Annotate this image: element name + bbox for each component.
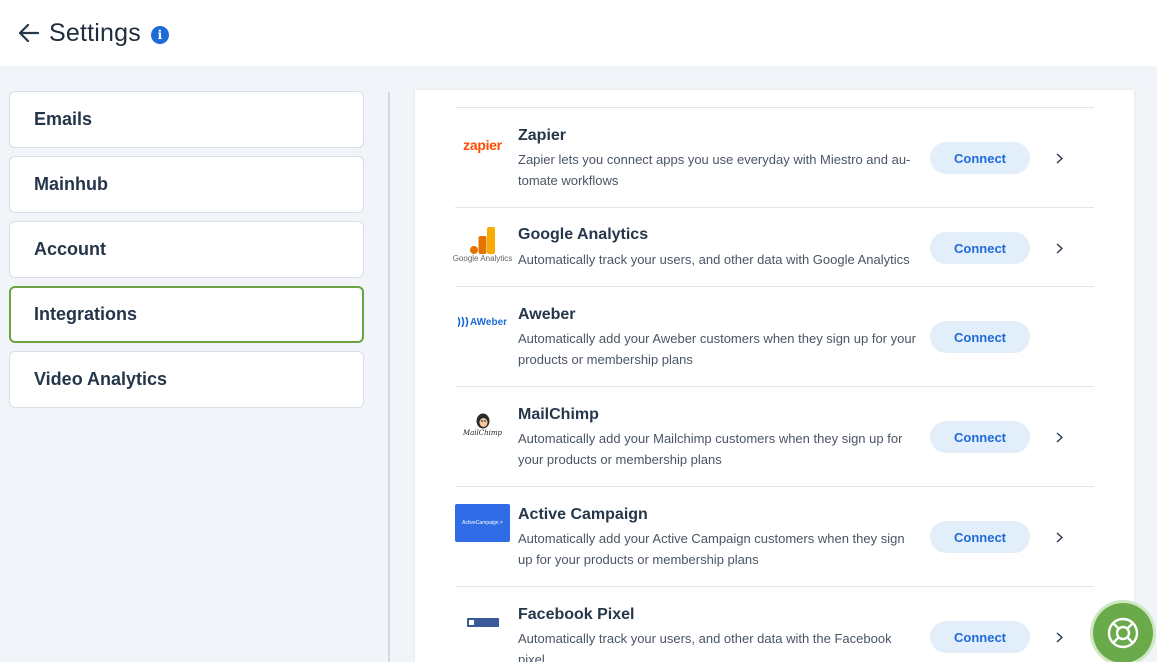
- zapier-logo-text: zapier: [463, 137, 502, 153]
- connect-button-zapier[interactable]: Connect: [930, 142, 1030, 174]
- top-bar: Settings i: [0, 0, 1157, 66]
- mailchimp-logo: MailChimp: [455, 409, 510, 439]
- facebook-icon: [466, 617, 499, 627]
- arrow-left-icon[interactable]: [18, 22, 40, 44]
- chevron-right-icon[interactable]: [1053, 430, 1065, 444]
- connect-button-active-campaign[interactable]: Connect: [930, 521, 1030, 553]
- connect-button-google-analytics[interactable]: Connect: [930, 232, 1030, 264]
- integration-row-facebook-pixel: Facebook Pixel Automatically track your …: [455, 587, 1094, 662]
- active-campaign-logo: ActiveCampaign >: [455, 503, 510, 543]
- google-analytics-logo: Google Analytics: [452, 222, 513, 266]
- integration-name: Zapier: [518, 127, 567, 144]
- zapier-logo: zapier: [455, 135, 510, 155]
- integration-row-google-analytics: Google Analytics Google Analytics Automa…: [452, 208, 1094, 287]
- facebook-pixel-logo: [455, 616, 510, 628]
- aweber-logo: AWeber: [455, 314, 510, 330]
- lifebuoy-icon: [1107, 617, 1139, 649]
- integration-name: Facebook Pixel: [518, 606, 635, 623]
- integration-row-active-campaign: ActiveCampaign > Active Campaign Automat…: [455, 487, 1094, 587]
- mailchimp-icon: [476, 413, 489, 428]
- vertical-divider: [388, 92, 390, 662]
- mailchimp-logo-text: MailChimp: [462, 428, 503, 437]
- integration-description: Automatically add your Mailchimp custome…: [518, 431, 903, 467]
- integration-description: Zapier lets you connect apps you use eve…: [518, 152, 911, 188]
- integration-name: Active Campaign: [518, 506, 648, 523]
- integration-description: Automatically track your users, and othe…: [518, 252, 910, 267]
- connect-button-mailchimp[interactable]: Connect: [930, 421, 1030, 453]
- sidebar-item-label: Mainhub: [34, 174, 108, 194]
- chevron-right-icon[interactable]: [1053, 151, 1065, 165]
- integration-description: Automatically add your Active Campaign c…: [518, 531, 905, 567]
- integrations-list: zapier Zapier Zapier lets you connect ap…: [452, 107, 1094, 662]
- integration-row-mailchimp: MailChimp MailChimp Automatically add yo…: [455, 387, 1094, 487]
- sidebar-item-label: Integrations: [34, 304, 138, 324]
- info-icon[interactable]: i: [150, 25, 169, 44]
- page-title: Settings: [49, 18, 141, 47]
- chevron-right-icon[interactable]: [1053, 241, 1065, 255]
- active-campaign-logo-text: ActiveCampaign >: [455, 504, 510, 542]
- google-analytics-icon: [469, 226, 495, 254]
- sidebar-item-mainhub[interactable]: Mainhub: [9, 156, 364, 213]
- connect-button-aweber[interactable]: Connect: [930, 321, 1030, 353]
- sidebar-item-video-analytics[interactable]: Video Analytics: [9, 351, 364, 408]
- aweber-wave-icon: [457, 317, 469, 327]
- sidebar-item-label: Video Analytics: [34, 369, 168, 389]
- chevron-right-icon[interactable]: [1053, 630, 1065, 644]
- sidebar-item-account[interactable]: Account: [9, 221, 364, 278]
- sidebar-item-label: Emails: [34, 109, 93, 129]
- integrations-panel: zapier Zapier Zapier lets you connect ap…: [415, 90, 1134, 662]
- google-analytics-logo-text: Google Analytics: [452, 253, 513, 263]
- integration-row-zapier: zapier Zapier Zapier lets you connect ap…: [455, 108, 1094, 208]
- sidebar-item-label: Account: [34, 239, 106, 259]
- integration-name: Aweber: [518, 306, 576, 323]
- sidebar-item-emails[interactable]: Emails: [9, 91, 364, 148]
- help-button[interactable]: [1093, 603, 1153, 662]
- integration-name: Google Analytics: [518, 226, 649, 243]
- aweber-logo-text: AWeber: [469, 316, 508, 328]
- integration-description: Automatically track your users, and othe…: [518, 631, 892, 662]
- integration-description: Automatically add your Aweber customers …: [518, 331, 916, 367]
- chevron-right-icon[interactable]: [1053, 530, 1065, 544]
- settings-sidebar: Emails Mainhub Account Integrations Vide…: [9, 91, 364, 416]
- sidebar-item-integrations[interactable]: Integrations: [9, 286, 364, 343]
- integration-row-aweber: AWeber Aweber Automatically add your Awe…: [455, 287, 1094, 387]
- connect-button-facebook-pixel[interactable]: Connect: [930, 621, 1030, 653]
- integration-name: MailChimp: [518, 406, 599, 423]
